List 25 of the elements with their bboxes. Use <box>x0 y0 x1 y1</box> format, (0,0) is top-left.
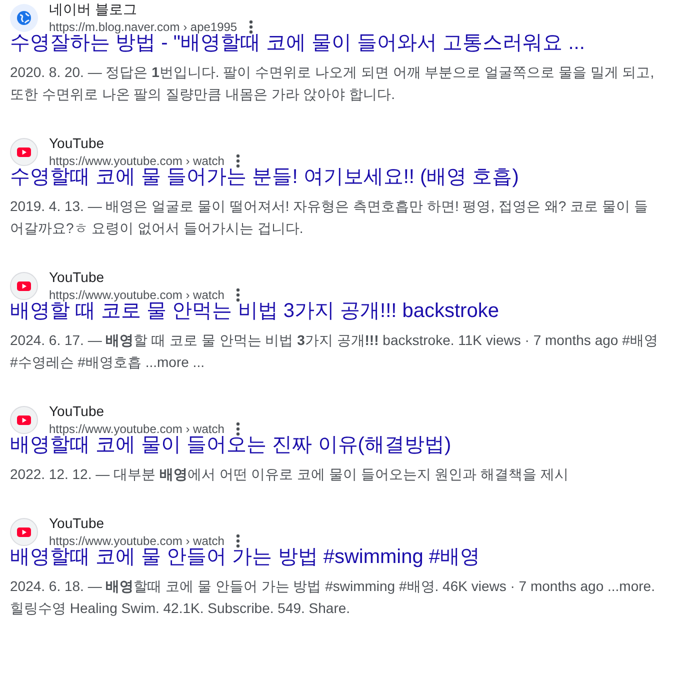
site-url: https://www.youtube.com › watch <box>49 287 224 302</box>
result-snippet: 2024. 6. 18. — 배영할때 코에 물 안들어 가는 방법 #swimming #배영. 46K views · 7 months ago ...more. 힐링수영 Healing Swim. 42.1K. Subscribe. 549. Share. <box>10 577 656 618</box>
more-options-icon[interactable] <box>236 534 240 548</box>
more-options-icon[interactable] <box>236 154 240 168</box>
play-icon <box>10 272 38 300</box>
site-url: https://www.youtube.com › watch <box>49 421 224 436</box>
site-name: YouTube <box>49 134 106 152</box>
result-snippet: 2020. 8. 20. — 정답은 1번입니다. 팔이 수면위로 나오게 되면 어깨 부분으로 얼굴쪽으로 물을 밀게 되고, 또한 수면위로 나온 팔의 질량만큼 내몸은 가라 앉아야 합니다. <box>10 63 656 104</box>
play-icon <box>10 138 38 166</box>
result-snippet: 2022. 12. 12. — 대부분 배영에서 어떤 이유로 코에 물이 들어오는지 원인과 해결책을 제시 <box>10 465 570 484</box>
site-url: https://m.blog.naver.com › ape1995 <box>49 19 238 34</box>
site-name: YouTube <box>49 514 106 532</box>
result-snippet: 2019. 4. 13. — 배영은 얼굴로 물이 떨어져서! 자유형은 측면호흡만 하면! 평영, 접영은 왜? 코로 물이 들어갈까요?ㅎ 요령이 없어서 들어가시는 겁니다. <box>10 197 649 238</box>
site-url: https://www.youtube.com › watch <box>49 153 224 168</box>
more-options-icon[interactable] <box>236 422 240 436</box>
more-options-icon[interactable] <box>249 20 254 34</box>
more-options-icon[interactable] <box>236 288 240 302</box>
play-icon <box>10 406 38 434</box>
site-name: YouTube <box>49 268 106 286</box>
globe-icon <box>10 4 38 32</box>
result-snippet: 2024. 6. 17. — 배영할 때 코로 물 안먹는 비법 3가지 공개!!! backstroke. 11K views · 7 months ago #배영 #수영레슨 #배영호흡 ...more ... <box>10 331 659 372</box>
site-url: https://www.youtube.com › watch <box>49 533 224 548</box>
play-icon <box>10 518 38 546</box>
site-name: YouTube <box>49 402 106 420</box>
site-name: 네이버 블로그 <box>49 0 138 18</box>
